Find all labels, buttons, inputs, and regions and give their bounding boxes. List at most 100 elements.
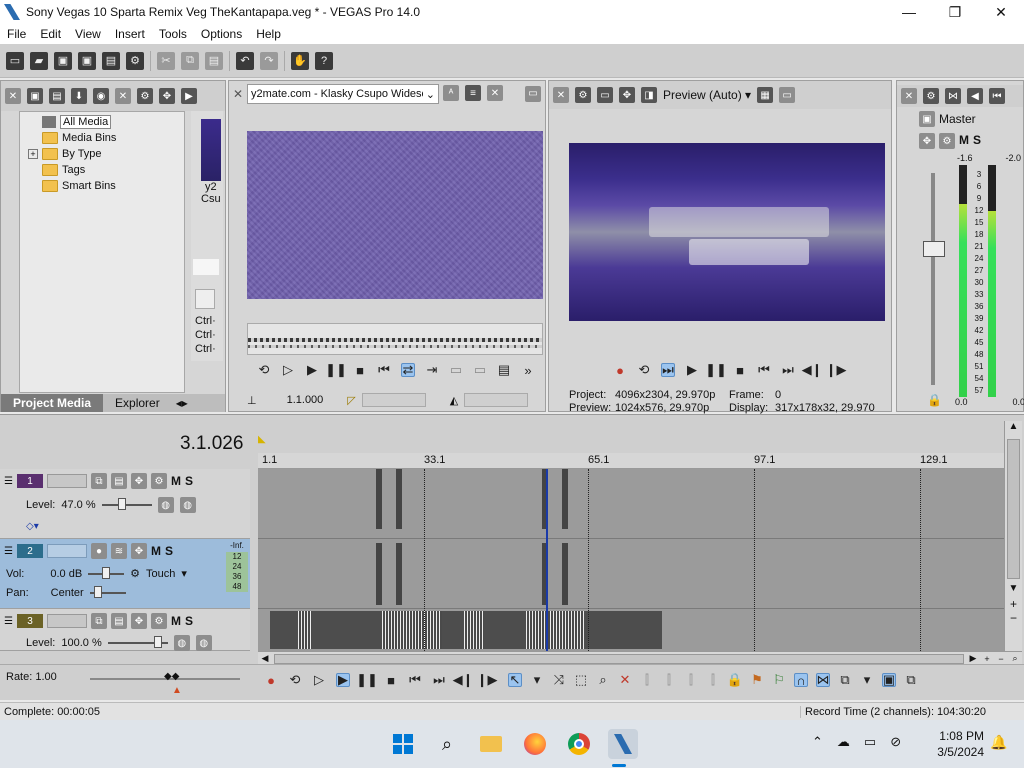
video-event[interactable] <box>376 469 382 529</box>
audio-event[interactable] <box>376 543 382 605</box>
expand-plus-icon[interactable]: + <box>28 149 38 159</box>
expand-keyframes-icon[interactable]: ◇▾ <box>26 521 39 532</box>
selection-tool-icon[interactable]: ⬚ <box>574 672 588 687</box>
help-icon[interactable]: ? <box>315 51 333 70</box>
in-point-icon[interactable]: ◸ <box>347 394 355 407</box>
auto-crossfade-icon[interactable]: ⋈ <box>816 672 830 687</box>
solo-button[interactable]: S <box>973 133 981 149</box>
level-slider[interactable] <box>101 498 152 510</box>
pan-slider[interactable] <box>89 586 126 598</box>
minimize-button[interactable]: — <box>886 0 932 24</box>
track-lane-2[interactable] <box>258 539 1004 609</box>
snapshot-icon[interactable]: ▤ <box>497 362 511 377</box>
mixer-gear-icon[interactable]: ⚙ <box>923 88 939 104</box>
out-point-icon[interactable]: ◭ <box>450 394 458 407</box>
capture-icon[interactable]: ▤ <box>49 88 65 104</box>
windows-start-icon[interactable] <box>388 729 418 759</box>
close-panel-icon[interactable]: ✕ <box>5 88 21 104</box>
lock-icon[interactable]: 🔒 <box>727 672 743 687</box>
previous-frame-icon[interactable]: ◀❙ <box>453 672 474 687</box>
scroll-down-icon[interactable]: ▼ <box>1005 583 1022 597</box>
track-lanes[interactable] <box>258 469 1004 651</box>
envelope-tool-icon[interactable]: ⤨ <box>552 672 566 687</box>
speaker-icon[interactable]: ◀ <box>967 88 983 104</box>
tree-item-by-type[interactable]: + By Type <box>20 146 184 162</box>
copy-icon[interactable]: ⧉ <box>181 51 199 70</box>
media-fx-icon[interactable]: ⚙ <box>137 88 153 104</box>
play-from-start-icon[interactable]: ▷ <box>312 672 326 687</box>
track-lane-3[interactable] <box>258 609 1004 651</box>
cut-icon[interactable]: ✂ <box>157 51 175 70</box>
loop-icon[interactable]: ⟲ <box>288 672 302 687</box>
go-to-end-icon[interactable]: ⏭ <box>432 672 446 687</box>
record-icon[interactable]: ● <box>613 363 627 378</box>
mute-button[interactable]: M <box>151 544 161 558</box>
stop-icon[interactable]: ■ <box>353 363 367 378</box>
zoom-tool-icon[interactable]: ⌕ <box>1008 653 1022 664</box>
auto-preview-icon[interactable]: ✥ <box>159 88 175 104</box>
play-icon[interactable]: ▶ <box>305 362 319 377</box>
properties-gear-icon[interactable]: ⚙ <box>126 51 144 70</box>
trimmer-waveform[interactable] <box>247 323 543 355</box>
tree-item-smart-bins[interactable]: Smart Bins <box>20 178 184 194</box>
close-panel-icon[interactable]: ✕ <box>553 87 569 103</box>
media-thumbnail[interactable] <box>201 119 221 181</box>
lock-envelopes-icon[interactable]: ▣ <box>882 672 896 687</box>
render-icon[interactable]: ▤ <box>102 51 120 70</box>
downmix-icon[interactable]: ⋈ <box>945 88 961 104</box>
spell-abc-icon[interactable]: ᴬ <box>443 85 459 101</box>
scroll-up-icon[interactable]: ▲ <box>1005 421 1022 435</box>
previous-frame-icon[interactable]: ⏮ <box>377 362 391 377</box>
audio-event[interactable] <box>396 543 402 605</box>
go-to-end-icon[interactable]: ⏭ <box>781 362 795 377</box>
trim-tool-icon[interactable]: ≡ <box>465 85 481 101</box>
track-header-1[interactable]: ☰ 1 ⧉ ▤ ✥ ⚙ M S Level: 47.0 % ◍ ◍ ◇▾ <box>0 469 250 539</box>
clear-icon[interactable]: ✕ <box>487 85 503 101</box>
play-preview-icon[interactable]: ▶ <box>181 88 197 104</box>
menu-file[interactable]: File <box>0 27 33 41</box>
next-frame-icon[interactable]: ❙▶ <box>477 672 498 687</box>
parent-icon[interactable]: ◍ <box>179 497 196 513</box>
horizontal-scrollbar[interactable]: ◀ ▶ + − ⌕ <box>258 651 1022 665</box>
arm-record-icon[interactable]: ● <box>90 543 107 559</box>
zoom-tool-icon[interactable]: ⌕ <box>596 672 610 687</box>
normal-edit-tool-icon[interactable]: ↖ <box>508 672 522 687</box>
fx-gear-icon[interactable]: ⚙ <box>939 133 955 149</box>
solo-button[interactable]: S <box>165 544 173 558</box>
tree-item-media-bins[interactable]: Media Bins <box>20 130 184 146</box>
snapping-icon[interactable]: ∩ <box>794 673 808 688</box>
go-to-start-icon[interactable]: ⏮ <box>757 362 771 377</box>
add-to-timeline-icon[interactable]: ⇄ <box>401 362 415 377</box>
redo-icon[interactable]: ↷ <box>260 51 278 70</box>
record-icon[interactable]: ● <box>264 673 278 688</box>
loop-icon[interactable]: ⟲ <box>637 362 651 377</box>
scroll-right-icon[interactable]: ▶ <box>966 653 980 664</box>
track-header-2[interactable]: ☰ 2 ● ≋ ✥ M S Vol: 0.0 dB ⚙ Touch ▾ Pan:… <box>0 539 250 609</box>
track-fx-icon[interactable]: ✥ <box>130 473 147 489</box>
preview-settings-gear-icon[interactable]: ⚙ <box>575 87 591 103</box>
track-fx-icon[interactable]: ✥ <box>130 613 147 629</box>
menu-view[interactable]: View <box>68 27 108 41</box>
menu-tools[interactable]: Tools <box>152 27 194 41</box>
external-monitor-icon[interactable]: ▭ <box>597 87 613 103</box>
track-name-field[interactable] <box>46 614 87 628</box>
track-lane-1[interactable] <box>258 469 1004 539</box>
preview-quality-select[interactable]: Preview (Auto) ▾ <box>663 88 751 102</box>
mute-button[interactable]: M <box>959 133 969 149</box>
track-name-field[interactable] <box>46 544 87 558</box>
minimize-track-icon[interactable]: ☰ <box>4 476 13 487</box>
minimize-track-icon[interactable]: ☰ <box>4 616 13 627</box>
track-settings-gear-icon[interactable]: ⚙ <box>150 473 167 489</box>
track-fx-icon[interactable]: ✥ <box>130 543 147 559</box>
clock[interactable]: 1:08 PM 3/5/2024 <box>930 728 984 760</box>
trimmer-source-select[interactable]: y2mate.com - Klasky Csupo Widesc ⌄ <box>247 84 439 104</box>
media-thumbnail-blank[interactable] <box>193 259 219 275</box>
track-name-field[interactable] <box>46 474 87 488</box>
previous-frame-icon[interactable]: ◀❙ <box>802 362 823 377</box>
master-fader-knob[interactable] <box>923 241 945 257</box>
region-icon[interactable]: ⚐ <box>772 672 786 687</box>
mute-button[interactable]: M <box>171 614 181 628</box>
mute-button[interactable]: M <box>171 474 181 488</box>
remove-media-icon[interactable]: ✕ <box>115 88 131 104</box>
overlays-icon[interactable]: ◨ <box>641 87 657 103</box>
